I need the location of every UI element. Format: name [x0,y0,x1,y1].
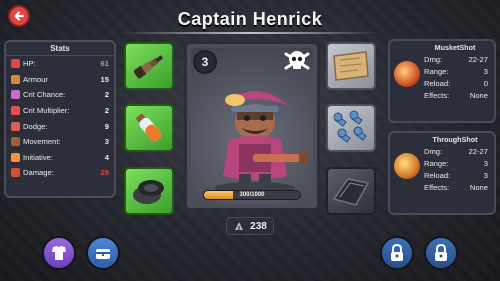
spyglass-icon [133,55,163,79]
stat-label: Initiative: [23,152,53,162]
lock-icon [391,244,403,261]
boot-icon [11,137,20,147]
fire-orb-icon [394,61,420,87]
fire-orb-icon [394,153,420,179]
xp-text: 300/1000 [239,192,265,198]
stat-value: 15 [100,74,109,84]
bandage-slot[interactable] [124,167,174,215]
weapon-title: MusketShot [434,43,476,52]
stat-row: Armour 15 [6,72,114,88]
stat-value: 2 [104,90,109,100]
coin-icon [235,222,244,230]
stat-value: 22-27 [468,147,488,156]
character-card[interactable]: 3 300/1000 [184,41,320,211]
stat-value: 3 [483,67,488,76]
stat-row: Crit Multiplier: 2 [6,103,114,119]
stat-row: Dodge: 9 [6,118,114,134]
weapon-card-musketshot[interactable]: MusketShot Dmg: 22-27 Range: 3 Reload: 0 Ef… [388,39,496,123]
stat-value: 61 [100,59,109,69]
stat-label: Armour [23,74,48,84]
map-slot[interactable] [326,42,376,90]
stat-value: 0 [483,79,488,88]
weapon-stat-row: Reload: 0 [424,79,488,90]
potion-slot[interactable] [124,104,174,152]
stat-value: 3 [483,171,488,180]
weapon-card-throughshot[interactable]: ThroughShot Dmg: 22-27 Range: 3 Reload: 3 E… [388,131,496,215]
currency-amount: 238 [250,220,267,232]
stat-key: Effects: [424,183,450,192]
stat-key: Reload: [424,79,451,88]
lock-icon [435,244,447,261]
stat-label: Crit Chance: [23,90,66,100]
armor-icon [52,246,66,260]
skull-crossbones-icon [284,51,310,70]
title-bar: Captain Henrick [120,4,380,34]
stat-label: Dodge: [23,121,48,131]
stat-label: HP: [23,59,36,69]
rivets-icon [333,110,367,143]
stat-value: 4 [104,152,109,162]
stat-key: Dmg: [424,147,443,156]
stat-row: Movement: 3 [6,134,114,150]
shield-icon [11,74,20,84]
stat-value: 3 [104,137,109,147]
stat-label: Damage: [23,168,54,178]
back-arrow-icon [14,11,25,21]
stat-row: Initiative: 4 [6,150,114,166]
currency-display: 238 [226,217,274,235]
initiative-icon [11,152,20,162]
stat-value: 25 [100,168,109,178]
bandage-icon [133,180,164,204]
crit-icon [11,90,20,100]
locked-slot-button-1[interactable] [380,236,414,270]
stat-row: HP: 61 [6,56,114,72]
weapon-stat-row: Range: 3 [424,159,488,170]
stat-value: 2 [104,106,109,116]
faction-badge [283,48,311,79]
stat-row: Crit Chance: 2 [6,87,114,103]
stat-label: Crit Multiplier: [23,106,70,116]
weapon-stat-row: Effects: None [424,91,488,102]
weapon-stat-row: Dmg: 22-27 [424,147,488,158]
crit-multiplier-icon [11,106,20,116]
stat-label: Movement: [23,137,61,147]
locked-slot-button-2[interactable] [424,236,458,270]
stat-key: Range: [424,159,449,168]
stats-panel: Stats HP: 61 Armour 15 Crit Chance: 2 Crit Mul… [4,40,116,198]
potion-icon [136,113,162,142]
inventory-button[interactable] [86,236,120,270]
dodge-icon [11,121,20,131]
damage-icon [11,168,20,178]
stat-key: Range: [424,67,449,76]
weapon-title: ThroughShot [432,135,478,144]
stat-value: None [469,183,488,192]
weapon-stat-row: Effects: None [424,183,488,194]
stat-row: Damage: 25 [6,165,114,181]
weapon-stat-row: Dmg: 22-27 [424,55,488,66]
rivets-slot[interactable] [326,104,376,152]
cloth-slot[interactable] [326,167,376,215]
stat-value: None [469,91,488,100]
map-icon [333,51,369,81]
weapon-stat-row: Reload: 3 [424,171,488,182]
stats-title: Stats [6,42,114,56]
level-badge: 3 [193,50,217,74]
back-button[interactable] [8,5,30,27]
stat-value: 22-27 [468,55,488,64]
stat-key: Reload: [424,171,451,180]
spyglass-slot[interactable] [124,42,174,90]
weapon-stat-row: Range: 3 [424,67,488,78]
stat-value: 3 [483,159,488,168]
xp-bar: 300/1000 [203,190,301,200]
stat-value: 9 [104,121,109,131]
cloth-icon [332,178,370,206]
stat-key: Effects: [424,91,450,100]
heart-icon [11,59,20,69]
page-title: Captain Henrick [177,8,323,29]
chest-icon [96,249,110,259]
equipment-button[interactable] [42,236,76,270]
stat-key: Dmg: [424,55,443,64]
